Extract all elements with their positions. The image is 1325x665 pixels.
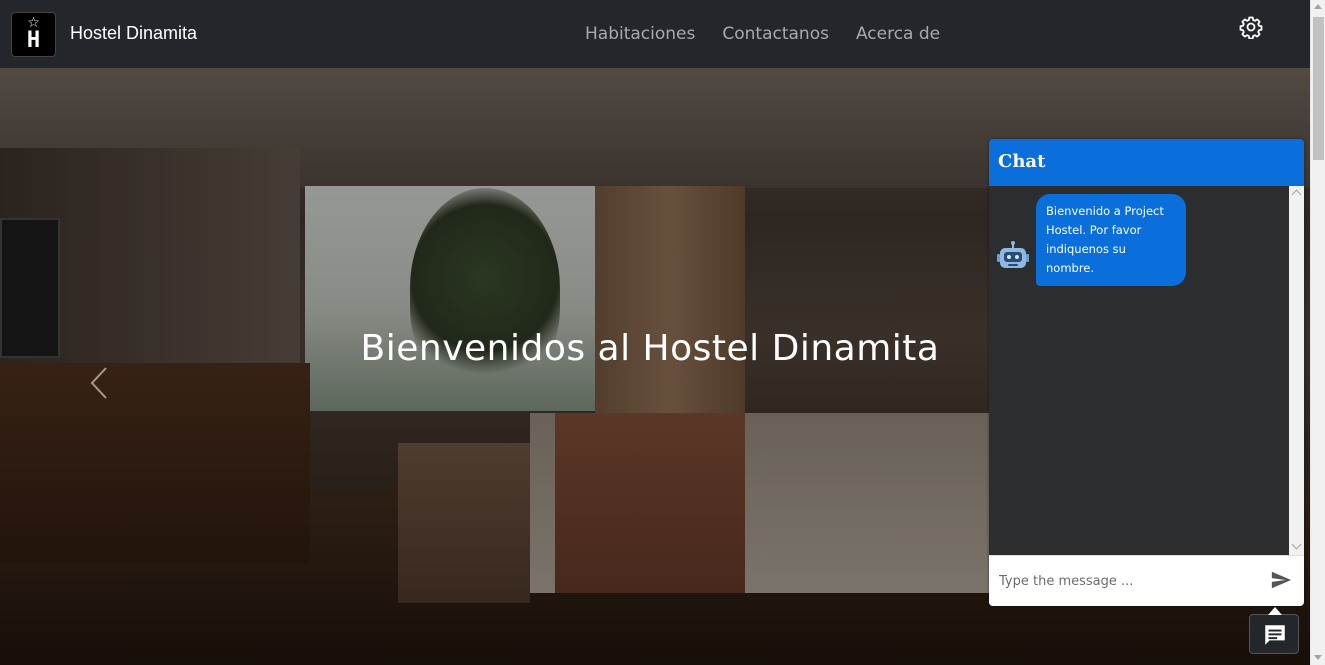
chevron-up-icon[interactable] — [1291, 189, 1302, 200]
logo-letter-h: H — [26, 27, 41, 53]
chat-bubble-icon — [1265, 625, 1285, 645]
hero-title-text: Bienvenidos al Hostel Dinamita — [360, 328, 940, 369]
chat-title: Chat — [989, 139, 1304, 186]
navbar: ☆ H Hostel Dinamita Habitaciones Contact… — [0, 0, 1310, 68]
chat-message-input[interactable] — [989, 556, 1259, 606]
chat-input-row — [989, 555, 1304, 606]
chevron-left-icon[interactable] — [88, 365, 110, 401]
chat-toggle-button[interactable] — [1249, 607, 1299, 654]
brand-name[interactable]: Hostel Dinamita — [70, 23, 197, 44]
nav-link-acerca-de[interactable]: Acerca de — [856, 24, 940, 44]
scrollbar-thumb[interactable] — [1313, 17, 1324, 160]
logo[interactable]: ☆ H — [11, 12, 56, 57]
send-icon[interactable] — [1270, 569, 1292, 591]
page-scrollbar[interactable] — [1310, 0, 1325, 665]
nav-links: Habitaciones Contactanos Acerca de — [585, 24, 940, 44]
chat-scrollbar[interactable] — [1289, 186, 1304, 555]
chat-toggle-caret — [1268, 607, 1282, 615]
nav-link-habitaciones[interactable]: Habitaciones — [585, 24, 695, 44]
robot-icon — [997, 241, 1029, 268]
scroll-up-arrow-icon[interactable] — [1314, 4, 1322, 9]
chevron-down-icon[interactable] — [1291, 539, 1302, 550]
gear-icon[interactable] — [1239, 15, 1263, 39]
scroll-down-arrow-icon[interactable] — [1314, 655, 1322, 660]
chat-messages: Bienvenido a Project Hostel. Por favor i… — [989, 186, 1304, 555]
chat-widget: Chat Bienvenido a Project Hostel. Por fa… — [989, 139, 1304, 606]
nav-link-contactanos[interactable]: Contactanos — [722, 24, 829, 44]
star-icon: ☆ — [27, 14, 40, 31]
bot-message-bubble: Bienvenido a Project Hostel. Por favor i… — [1036, 194, 1186, 286]
